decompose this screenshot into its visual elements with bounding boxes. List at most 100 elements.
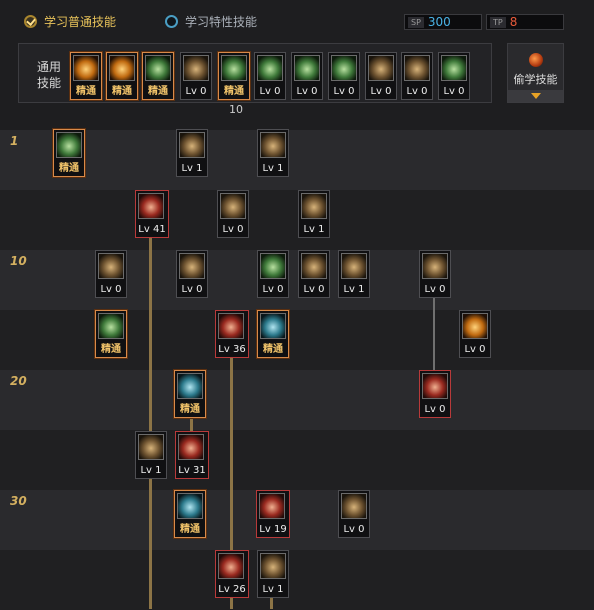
gem-icon: [529, 53, 543, 67]
skill-level: Lv 0: [185, 86, 207, 97]
skill-level: Lv 0: [343, 524, 365, 535]
tab-learn-trait-skills[interactable]: 学习特性技能: [165, 11, 257, 31]
skill-level: 精通: [101, 344, 121, 355]
skill-level: Lv 0: [464, 344, 486, 355]
common-skill-8[interactable]: Lv 0: [328, 52, 360, 100]
skill-level: 精通: [112, 86, 132, 97]
common-skill-4[interactable]: Lv 0: [180, 52, 212, 100]
skill-icon: [177, 493, 203, 519]
skill-icon: [109, 55, 135, 81]
skill-level: Lv 0: [296, 86, 318, 97]
skill-level: Lv 1: [303, 224, 325, 235]
sp-value: 300: [427, 15, 451, 29]
common-skill-2[interactable]: 精通: [106, 52, 138, 100]
label-line-1: 通用: [36, 60, 61, 74]
skill-level: 精通: [180, 404, 200, 415]
skill-icon: [368, 55, 394, 81]
skill-level: Lv 0: [262, 284, 284, 295]
tree-row: 10: [0, 250, 594, 310]
skill-icon: [221, 55, 247, 81]
tree-row: [0, 550, 594, 610]
skill-icon: [441, 55, 467, 81]
tree-skill[interactable]: Lv 19: [256, 490, 290, 538]
tree-skill[interactable]: 精通: [95, 310, 127, 358]
skill-level: 精通: [76, 86, 96, 97]
skill-icon: [301, 253, 327, 279]
tree-skill[interactable]: 精通: [257, 310, 289, 358]
skill-level: 精通: [180, 524, 200, 535]
tree-skill[interactable]: Lv 26: [215, 550, 249, 598]
skill-level: Lv 0: [222, 224, 244, 235]
tree-skill[interactable]: Lv 0: [176, 250, 208, 298]
tree-skill[interactable]: Lv 1: [257, 550, 289, 598]
sp-tag: SP: [408, 16, 424, 28]
common-skill-1[interactable]: 精通: [70, 52, 102, 100]
tree-skill[interactable]: Lv 1: [298, 190, 330, 238]
tree-skill[interactable]: Lv 0: [419, 250, 451, 298]
skill-level: Lv 36: [218, 344, 246, 355]
skill-icon: [260, 553, 286, 579]
steal-skills-label: 偷学技能: [513, 73, 558, 86]
steal-skills-button[interactable]: 偷学技能: [507, 43, 564, 103]
skill-level: 精通: [148, 86, 168, 97]
skill-level: Lv 0: [424, 404, 446, 415]
skill-icon: [138, 434, 164, 460]
common-skill-6[interactable]: Lv 0: [254, 52, 286, 100]
skill-icon: [178, 434, 204, 460]
skill-icon: [260, 132, 286, 158]
tree-skill[interactable]: Lv 36: [215, 310, 249, 358]
skill-level: Lv 0: [100, 284, 122, 295]
chevron-down-icon[interactable]: [508, 90, 563, 102]
skill-icon: [220, 193, 246, 219]
skill-icon: [341, 493, 367, 519]
skill-level: 精通: [224, 86, 244, 97]
skill-level: Lv 31: [178, 465, 206, 476]
tree-skill[interactable]: Lv 1: [338, 250, 370, 298]
tab-label: 学习普通技能: [44, 14, 117, 29]
skill-level: Lv 1: [262, 584, 284, 595]
skill-icon: [260, 313, 286, 339]
skill-level: 精通: [263, 344, 283, 355]
common-skills-label: 通用 技能: [34, 59, 64, 91]
tree-skill[interactable]: Lv 0: [419, 370, 451, 418]
tree-skill[interactable]: Lv 0: [338, 490, 370, 538]
tree-skill[interactable]: Lv 41: [135, 190, 169, 238]
skill-icon: [138, 193, 164, 219]
tree-skill[interactable]: Lv 0: [459, 310, 491, 358]
tree-skill[interactable]: 精通: [174, 370, 206, 418]
common-skill-counter: 10: [229, 103, 243, 116]
common-skill-5[interactable]: 精通: [218, 52, 250, 100]
common-skill-9[interactable]: Lv 0: [365, 52, 397, 100]
tree-skill[interactable]: Lv 0: [217, 190, 249, 238]
skill-icon: [98, 253, 124, 279]
tree-skill[interactable]: 精通: [53, 129, 85, 177]
common-skill-11[interactable]: Lv 0: [438, 52, 470, 100]
skill-level: 精通: [59, 163, 79, 174]
skill-level: Lv 1: [343, 284, 365, 295]
common-skill-10[interactable]: Lv 0: [401, 52, 433, 100]
common-skill-3[interactable]: 精通: [142, 52, 174, 100]
tab-learn-normal-skills[interactable]: 学习普通技能: [24, 11, 116, 31]
skill-level: Lv 0: [303, 284, 325, 295]
skill-icon: [177, 373, 203, 399]
tree-skill[interactable]: Lv 0: [298, 250, 330, 298]
tree-row: 30: [0, 490, 594, 550]
tree-skill[interactable]: Lv 0: [95, 250, 127, 298]
skill-icon: [183, 55, 209, 81]
tree-skill[interactable]: 精通: [174, 490, 206, 538]
tree-skill[interactable]: Lv 0: [257, 250, 289, 298]
tp-value: 8: [509, 15, 518, 29]
common-skill-7[interactable]: Lv 0: [291, 52, 323, 100]
tree-row: [0, 190, 594, 250]
tree-skill[interactable]: Lv 1: [257, 129, 289, 177]
tab-label: 学习特性技能: [185, 14, 258, 29]
row-level-label: 1: [10, 134, 19, 148]
skill-link-line: [433, 294, 435, 372]
skill-level: Lv 0: [406, 86, 428, 97]
skill-level: Lv 41: [138, 224, 166, 235]
tree-row: [0, 310, 594, 370]
tree-skill[interactable]: Lv 31: [175, 431, 209, 479]
tree-skill[interactable]: Lv 1: [176, 129, 208, 177]
tree-skill[interactable]: Lv 1: [135, 431, 167, 479]
skill-icon: [422, 253, 448, 279]
